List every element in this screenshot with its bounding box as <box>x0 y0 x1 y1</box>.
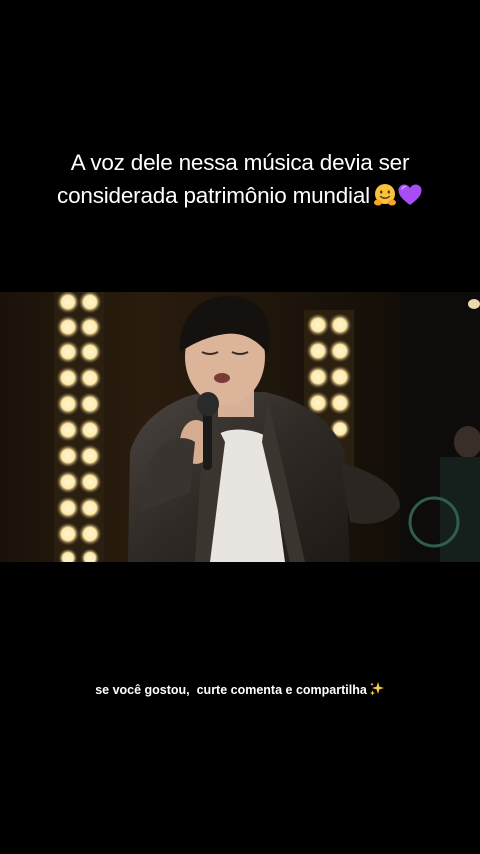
hugging-face-icon <box>373 184 396 206</box>
overlay-caption: A voz dele nessa música devia ser consid… <box>20 146 460 212</box>
bottom-caption: se você gostou, curte comenta e comparti… <box>0 681 480 699</box>
tiktok-video-frame: A voz dele nessa música devia ser consid… <box>0 0 480 854</box>
overlay-caption-line-2: considerada patrimônio mundial <box>20 179 460 212</box>
sparkles-icon <box>369 682 384 696</box>
bottom-caption-text: se você gostou, curte comenta e comparti… <box>95 683 367 697</box>
overlay-caption-line-2-text: considerada patrimônio mundial <box>57 183 370 208</box>
overlay-caption-line-1: A voz dele nessa música devia ser <box>70 150 410 175</box>
music-video-clip[interactable] <box>0 292 480 562</box>
stage-light-panel-left <box>54 292 104 562</box>
singer-on-stage-image <box>0 292 480 562</box>
purple-heart-icon <box>398 184 422 205</box>
